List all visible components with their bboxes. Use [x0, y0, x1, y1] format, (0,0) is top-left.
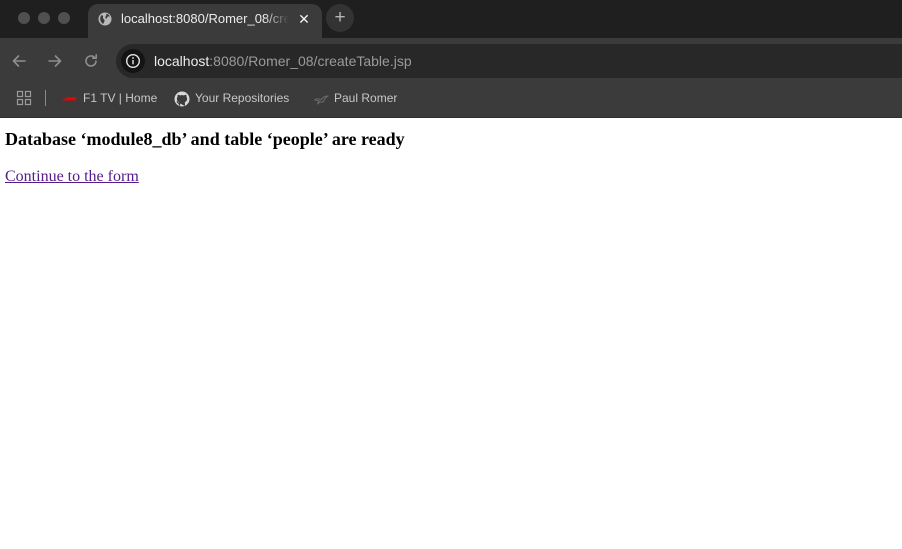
bookmark-paul-romer[interactable]: Paul Romer	[313, 85, 405, 111]
bookmarks-bar: F1 TV | Home Your Repositories Paul Rome…	[0, 84, 902, 118]
page-heading: Database ‘module8_db’ and table ‘people’…	[5, 129, 405, 149]
bookmark-label: Your Repositories	[195, 91, 290, 105]
url-path: :8080/Romer_08/createTable.jsp	[209, 53, 412, 69]
window-close-button[interactable]	[18, 12, 30, 24]
bookmark-f1-tv[interactable]: F1 TV | Home	[62, 85, 162, 111]
address-bar[interactable]: localhost:8080/Romer_08/createTable.jsp	[116, 44, 902, 78]
globe-icon	[98, 12, 112, 26]
forward-button[interactable]	[45, 51, 65, 71]
site-info-button[interactable]	[121, 49, 145, 73]
arrow-right-icon	[48, 55, 62, 67]
info-icon	[125, 53, 141, 69]
window-minimize-button[interactable]	[38, 12, 50, 24]
browser-toolbar: localhost:8080/Romer_08/createTable.jsp	[0, 38, 902, 84]
browser-tab-active[interactable]: localhost:8080/Romer_08/createTable.jsp …	[88, 4, 322, 38]
window-maximize-button[interactable]	[58, 12, 70, 24]
tab-title: localhost:8080/Romer_08/createTable.jsp	[121, 11, 289, 26]
bookmarks-separator	[45, 90, 46, 106]
url-text[interactable]: localhost:8080/Romer_08/createTable.jsp	[154, 52, 412, 70]
close-icon[interactable]: ✕	[294, 9, 314, 29]
reload-button[interactable]	[81, 51, 101, 71]
new-tab-button[interactable]: +	[326, 4, 354, 32]
back-button[interactable]	[9, 51, 29, 71]
bookmark-your-repositories[interactable]: Your Repositories	[174, 85, 302, 111]
bookmark-label: F1 TV | Home	[83, 91, 158, 105]
arrow-left-icon	[12, 55, 26, 67]
browser-titlebar: localhost:8080/Romer_08/createTable.jsp …	[0, 0, 902, 38]
url-host: localhost	[154, 53, 210, 69]
bird-icon	[313, 90, 329, 106]
reload-icon	[85, 54, 97, 67]
plus-icon: +	[334, 7, 346, 28]
f1-logo-icon	[62, 90, 78, 106]
github-icon	[174, 90, 190, 107]
continue-to-form-link[interactable]: Continue to the form	[5, 167, 139, 186]
bookmark-label: Paul Romer	[334, 91, 398, 105]
apps-grid-icon[interactable]	[16, 90, 32, 106]
